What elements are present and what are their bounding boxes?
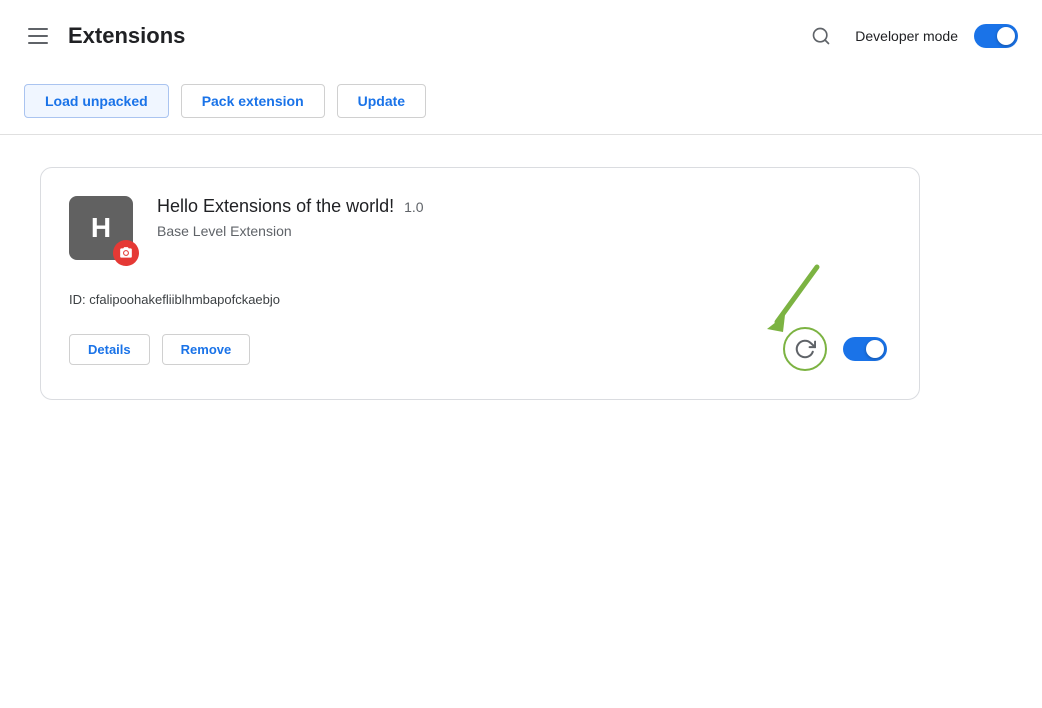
card-actions: Details Remove (69, 334, 250, 365)
header: Extensions Developer mode (0, 0, 1042, 72)
details-button[interactable]: Details (69, 334, 150, 365)
search-icon[interactable] (803, 18, 839, 54)
card-top: H Hello Extensions of the world! 1.0 Bas… (69, 196, 887, 260)
arrow-annotation (747, 257, 837, 337)
reload-wrap (783, 327, 827, 371)
toolbar: Load unpacked Pack extension Update (0, 72, 1042, 135)
extension-name-row: Hello Extensions of the world! 1.0 (157, 196, 887, 217)
extension-icon-letter: H (91, 212, 111, 244)
load-unpacked-button[interactable]: Load unpacked (24, 84, 169, 118)
page-title: Extensions (68, 23, 787, 49)
extension-card: H Hello Extensions of the world! 1.0 Bas… (40, 167, 920, 400)
remove-button[interactable]: Remove (162, 334, 251, 365)
developer-mode-toggle[interactable] (974, 24, 1018, 48)
reload-button[interactable] (783, 327, 827, 371)
main-content: H Hello Extensions of the world! 1.0 Bas… (0, 135, 1042, 432)
pack-extension-button[interactable]: Pack extension (181, 84, 325, 118)
extension-toggle[interactable] (843, 337, 887, 361)
extension-name: Hello Extensions of the world! (157, 196, 394, 217)
card-controls (783, 327, 887, 371)
extension-description: Base Level Extension (157, 223, 887, 239)
developer-mode-label: Developer mode (855, 28, 958, 44)
menu-icon[interactable] (24, 24, 52, 48)
update-button[interactable]: Update (337, 84, 426, 118)
extension-badge (113, 240, 139, 266)
extension-info: Hello Extensions of the world! 1.0 Base … (157, 196, 887, 239)
extension-version: 1.0 (404, 199, 423, 215)
card-bottom: Details Remove (69, 327, 887, 371)
extension-icon-wrap: H (69, 196, 133, 260)
